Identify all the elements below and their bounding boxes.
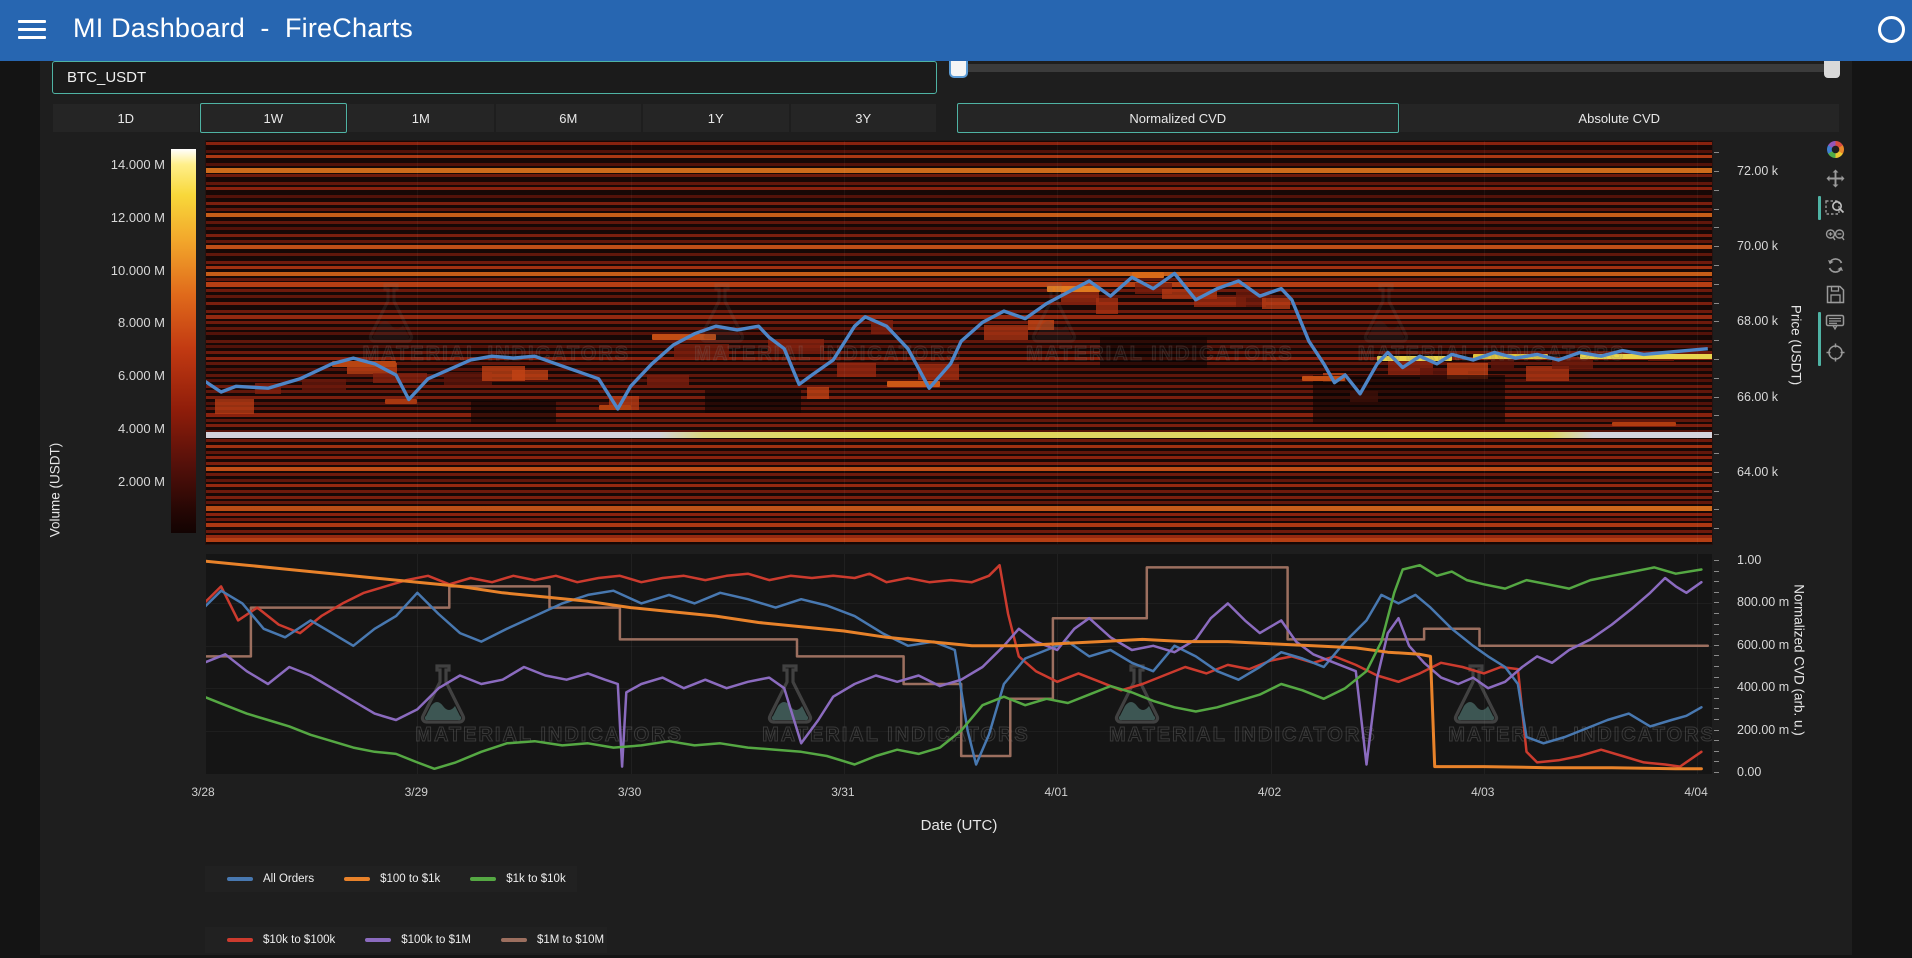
cvd-mode-button-normalized-cvd[interactable]: Normalized CVD (957, 103, 1399, 133)
date-tick-label: 3/31 (831, 785, 854, 799)
cvd-tick-label: 400.00 m (1737, 680, 1789, 694)
timeframe-button-3y[interactable]: 3Y (790, 103, 938, 133)
legend-item--10k-to-100k: $10k to $100k (227, 934, 335, 946)
legend-label: $100 to $1k (380, 873, 440, 885)
cvd-axis-title: Normalized CVD (arb. u.) (1792, 584, 1807, 736)
legend-label: $1M to $10M (537, 934, 604, 946)
reset-axes-icon[interactable] (1824, 254, 1846, 276)
save-icon[interactable] (1824, 283, 1846, 305)
volume-tick-label: 14.000 M (75, 157, 165, 172)
legend-swatch (365, 938, 391, 942)
cvd-tick-label: 1.00 (1737, 553, 1761, 567)
hover-tooltip-icon[interactable] (1824, 312, 1846, 334)
page-title: MI Dashboard - FireCharts (73, 13, 413, 44)
hamburger-menu-icon[interactable] (18, 20, 46, 42)
date-tick-label: 4/04 (1684, 785, 1707, 799)
legend-item--1m-to-10m: $1M to $10M (501, 934, 604, 946)
top-bar: MI Dashboard - FireCharts (0, 0, 1912, 61)
symbol-input[interactable] (52, 61, 937, 94)
legend-label: $10k to $100k (263, 934, 335, 946)
pan-icon[interactable] (1824, 167, 1846, 189)
price-axis-title: Price (USDT) (1789, 305, 1804, 385)
cvd-tick-label: 800.00 m (1737, 595, 1789, 609)
chart-modebar (1824, 138, 1850, 363)
date-tick-label: 3/30 (618, 785, 641, 799)
volume-tick-label: 6.000 M (75, 368, 165, 383)
date-tick-label: 3/29 (405, 785, 428, 799)
date-tick-label: 3/28 (191, 785, 214, 799)
price-tick-label: 72.00 k (1737, 164, 1778, 178)
plotly-logo-icon[interactable] (1824, 138, 1846, 160)
timeframe-button-group: 1D1W1M6M1Y3Y (52, 103, 937, 133)
date-tick-label: 4/01 (1045, 785, 1068, 799)
date-tick-label: 4/02 (1258, 785, 1281, 799)
cvd-series-all-orders (206, 591, 1701, 765)
volume-colorbar (171, 149, 196, 533)
volume-axis-title: Volume (USDT) (48, 443, 63, 538)
price-tick-label: 66.00 k (1737, 390, 1778, 404)
cvd-series--1k-to-10k (206, 565, 1701, 769)
cvd-tick-label: 0.00 (1737, 765, 1761, 779)
legend-item--100-to-1k: $100 to $1k (344, 873, 440, 885)
box-zoom-icon[interactable] (1824, 196, 1846, 218)
legend-swatch (227, 938, 253, 942)
volume-tick-label: 12.000 M (75, 210, 165, 225)
zoom-in-out-icon[interactable] (1824, 225, 1846, 247)
volume-tick-label: 10.000 M (75, 263, 165, 278)
cvd-line-chart[interactable]: MATERIAL INDICATORSMATERIAL INDICATORSMA… (205, 553, 1713, 775)
range-slider-track[interactable] (957, 64, 1840, 72)
cvd-mode-button-group: Normalized CVDAbsolute CVD (957, 103, 1840, 133)
crosshair-icon[interactable] (1824, 341, 1846, 363)
legend-item--100k-to-1m: $100k to $1M (365, 934, 471, 946)
cvd-tick-label: 600.00 m (1737, 638, 1789, 652)
liquidity-heatmap-chart[interactable]: MATERIAL INDICATORSMATERIAL INDICATORSMA… (205, 140, 1713, 545)
price-tick-label: 64.00 k (1737, 465, 1778, 479)
price-tick-label: 68.00 k (1737, 314, 1778, 328)
timeframe-button-1d[interactable]: 1D (52, 103, 200, 133)
legend-item-all-orders: All Orders (227, 873, 314, 885)
volume-tick-label: 8.000 M (75, 315, 165, 330)
legend-swatch (501, 938, 527, 942)
volume-tick-label: 4.000 M (75, 421, 165, 436)
legend-swatch (470, 877, 496, 881)
legend-item--1k-to-10k: $1k to $10k (470, 873, 565, 885)
cvd-mode-button-absolute-cvd[interactable]: Absolute CVD (1399, 103, 1841, 133)
legend-label: $100k to $1M (401, 934, 471, 946)
mi-dashboard-app: MI Dashboard - FireCharts 1D1W1M6M1Y3Y N… (0, 0, 1912, 958)
price-line (206, 274, 1708, 409)
cvd-tick-label: 200.00 m (1737, 723, 1789, 737)
circle-outline-icon[interactable] (1878, 16, 1905, 43)
legend-swatch (227, 877, 253, 881)
timeframe-button-1w[interactable]: 1W (200, 103, 348, 133)
legend-swatch (344, 877, 370, 881)
volume-tick-label: 2.000 M (75, 474, 165, 489)
legend-row-2: $10k to $100k $100k to $1M $1M to $10M (205, 927, 607, 953)
date-axis-title: Date (UTC) (921, 817, 998, 834)
timeframe-button-6m[interactable]: 6M (495, 103, 643, 133)
timeframe-button-1m[interactable]: 1M (347, 103, 495, 133)
date-tick-label: 4/03 (1471, 785, 1494, 799)
legend-row-1: All Orders $100 to $1k $1k to $10k (205, 866, 577, 892)
price-tick-label: 70.00 k (1737, 239, 1778, 253)
legend-label: $1k to $10k (506, 873, 565, 885)
timeframe-button-1y[interactable]: 1Y (642, 103, 790, 133)
legend-label: All Orders (263, 873, 314, 885)
